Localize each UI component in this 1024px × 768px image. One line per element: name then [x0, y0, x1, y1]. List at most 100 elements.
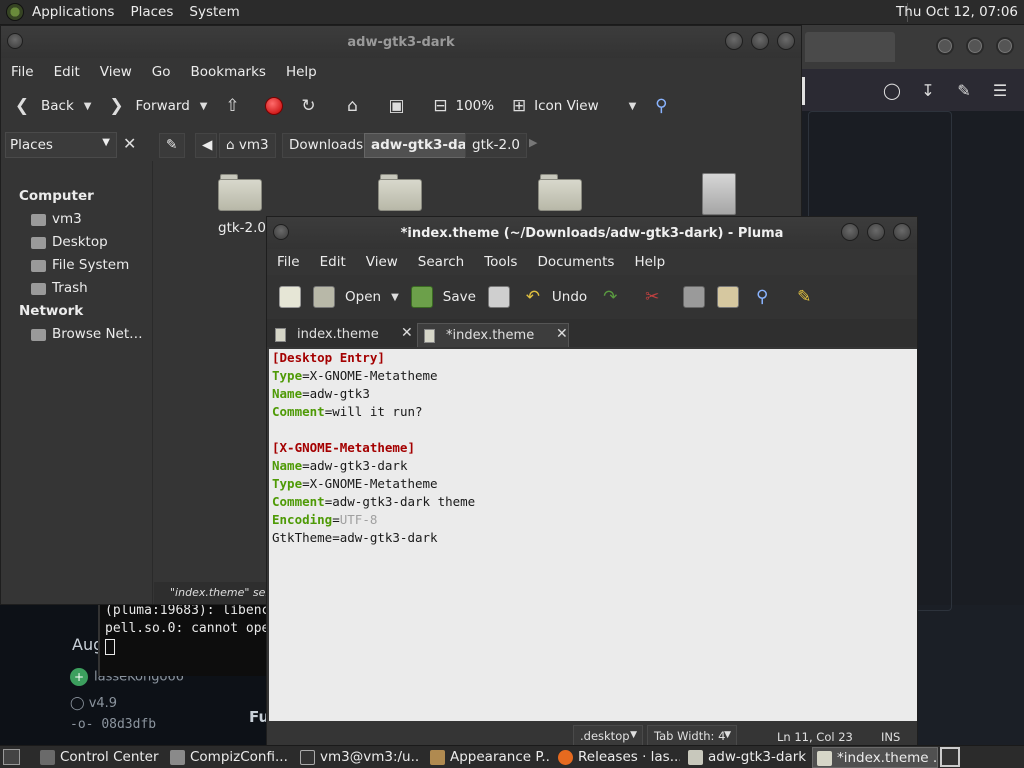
search-button[interactable]: ⚲ — [650, 95, 680, 117]
menu-applications[interactable]: Applications — [32, 4, 114, 20]
computer-button[interactable]: ▣ — [385, 95, 415, 117]
mate-logo-icon[interactable] — [6, 3, 24, 21]
editor-line[interactable]: Comment=adw-gtk3-dark theme — [272, 493, 917, 511]
menu-documents[interactable]: Documents — [537, 254, 614, 270]
workspace-switcher[interactable] — [940, 747, 960, 767]
zoom-in-icon[interactable]: ⊞ — [508, 95, 530, 117]
folder-icon[interactable] — [538, 173, 582, 211]
file-label[interactable]: gtk-2.0 — [218, 220, 266, 236]
pocket-icon[interactable]: ◯ — [882, 81, 902, 101]
undo-button[interactable]: ↶ Undo — [522, 286, 587, 308]
view-mode-combo[interactable]: ⊞ Icon View ▼ — [508, 95, 636, 117]
breadcrumb-left-button[interactable]: ◀ — [195, 133, 217, 158]
tab-width-selector[interactable]: Tab Width: 4 ▼ — [647, 725, 737, 746]
maximize-button[interactable] — [751, 32, 769, 50]
redo-button[interactable]: ↷ — [599, 286, 629, 308]
terminal-window[interactable]: (pluma:19683): libenc pell.so.0: cannot … — [98, 600, 270, 676]
paste-button[interactable] — [717, 286, 740, 308]
back-button[interactable]: ❮ Back ▼ — [11, 95, 92, 117]
task-compizconfig[interactable]: CompizConfi... — [166, 747, 290, 768]
sidebar-item-vm3[interactable]: vm3 — [1, 208, 152, 231]
close-button[interactable] — [893, 223, 911, 241]
show-desktop-icon[interactable] — [3, 749, 20, 765]
close-button[interactable] — [777, 32, 795, 50]
editor-line[interactable]: [Desktop Entry] — [272, 349, 917, 367]
minimize-button[interactable] — [936, 37, 954, 55]
edit-location-button[interactable]: ✎ — [159, 133, 185, 158]
zoom-out-button[interactable]: ⊟ 100% — [429, 95, 494, 117]
chevron-right-icon[interactable]: ▶ — [529, 136, 537, 149]
editor-line[interactable]: Type=X-GNOME-Metatheme — [272, 367, 917, 385]
open-button[interactable]: Open ▼ — [313, 286, 399, 308]
menu-icon[interactable]: ☰ — [990, 81, 1010, 101]
close-icon[interactable]: ✕ — [556, 326, 568, 342]
extensions-icon[interactable]: ✎ — [954, 81, 974, 101]
close-button[interactable] — [996, 37, 1014, 55]
reload-button[interactable]: ↻ — [297, 95, 327, 117]
menu-edit[interactable]: Edit — [54, 64, 80, 80]
close-icon[interactable]: ✕ — [123, 134, 136, 153]
breadcrumb[interactable]: ⌂ vm3 — [219, 133, 276, 158]
text-editor-titlebar[interactable]: *index.theme (~/Downloads/adw-gtk3-dark)… — [267, 217, 917, 249]
file-manager-titlebar[interactable]: adw-gtk3-dark — [1, 26, 801, 58]
menu-places[interactable]: Places — [130, 4, 173, 20]
editor-line[interactable]: GtkTheme=adw-gtk3-dark — [272, 529, 917, 547]
task-firefox[interactable]: Releases · las... — [554, 747, 680, 768]
clock[interactable]: Thu Oct 12, 07:06 — [896, 4, 1018, 20]
tab-index-theme[interactable]: index.theme ✕ — [269, 323, 415, 347]
editor-line[interactable]: Encoding=UTF-8 — [272, 511, 917, 529]
document-icon[interactable] — [702, 173, 736, 215]
up-button[interactable]: ⇧ — [221, 95, 251, 117]
sidebar-item-browse-network[interactable]: Browse Net… — [1, 323, 152, 346]
menu-help[interactable]: Help — [634, 254, 665, 270]
menu-go[interactable]: Go — [152, 64, 171, 80]
chevron-down-icon[interactable]: ▼ — [391, 292, 399, 303]
menu-file[interactable]: File — [11, 64, 34, 80]
editor-line[interactable]: Type=X-GNOME-Metatheme — [272, 475, 917, 493]
editor-line[interactable]: Name=adw-gtk3-dark — [272, 457, 917, 475]
breadcrumb[interactable]: Downloads — [282, 133, 371, 158]
menu-bookmarks[interactable]: Bookmarks — [191, 64, 266, 80]
menu-file[interactable]: File — [277, 254, 300, 270]
new-document-button[interactable] — [279, 286, 301, 308]
menu-edit[interactable]: Edit — [320, 254, 346, 270]
find-button[interactable]: ⚲ — [751, 286, 781, 308]
breadcrumb[interactable]: gtk-2.0 — [465, 133, 528, 158]
sidebar-item-file-system[interactable]: File System — [1, 254, 152, 277]
task-file-manager[interactable]: adw-gtk3-dark — [684, 747, 808, 768]
chevron-down-icon[interactable]: ▼ — [84, 101, 92, 112]
menu-view[interactable]: View — [100, 64, 132, 80]
download-icon[interactable]: ↧ — [918, 81, 938, 101]
editor-line[interactable]: [X-GNOME-Metatheme] — [272, 439, 917, 457]
maximize-button[interactable] — [966, 37, 984, 55]
forward-button[interactable]: ❯ Forward ▼ — [105, 95, 207, 117]
menu-help[interactable]: Help — [286, 64, 317, 80]
maximize-button[interactable] — [867, 223, 885, 241]
home-button[interactable]: ⌂ — [341, 95, 371, 117]
tab-index-theme-modified[interactable]: *index.theme ✕ — [417, 323, 569, 347]
sidebar-item-trash[interactable]: Trash — [1, 277, 152, 300]
stop-button[interactable] — [265, 97, 284, 115]
places-combo[interactable]: Places ▼ — [5, 132, 117, 158]
minimize-button[interactable] — [725, 32, 743, 50]
window-menu-button[interactable] — [273, 224, 289, 240]
folder-icon[interactable] — [218, 173, 262, 211]
editor-line[interactable]: Name=adw-gtk3 — [272, 385, 917, 403]
menu-search[interactable]: Search — [418, 254, 464, 270]
task-pluma[interactable]: *index.theme ... — [812, 747, 938, 768]
menu-system[interactable]: System — [189, 4, 239, 20]
sidebar-item-desktop[interactable]: Desktop — [1, 231, 152, 254]
commit-row[interactable]: -o- 08d3dfb — [70, 717, 156, 732]
tag-row[interactable]: ◯ v4.9 — [70, 696, 117, 711]
folder-icon[interactable] — [378, 173, 422, 211]
text-editor-area[interactable]: [Desktop Entry] Type=X-GNOME-Metatheme Nam… — [269, 349, 917, 721]
browser-tab[interactable] — [805, 32, 895, 62]
menu-tools[interactable]: Tools — [484, 254, 517, 270]
save-button[interactable]: Save — [410, 286, 476, 308]
chevron-down-icon[interactable]: ▼ — [200, 101, 208, 112]
print-button[interactable] — [487, 286, 510, 308]
task-terminal[interactable]: vm3@vm3:/u... — [296, 747, 420, 768]
menu-view[interactable]: View — [366, 254, 398, 270]
window-menu-button[interactable] — [7, 33, 23, 49]
close-icon[interactable]: ✕ — [401, 325, 413, 341]
